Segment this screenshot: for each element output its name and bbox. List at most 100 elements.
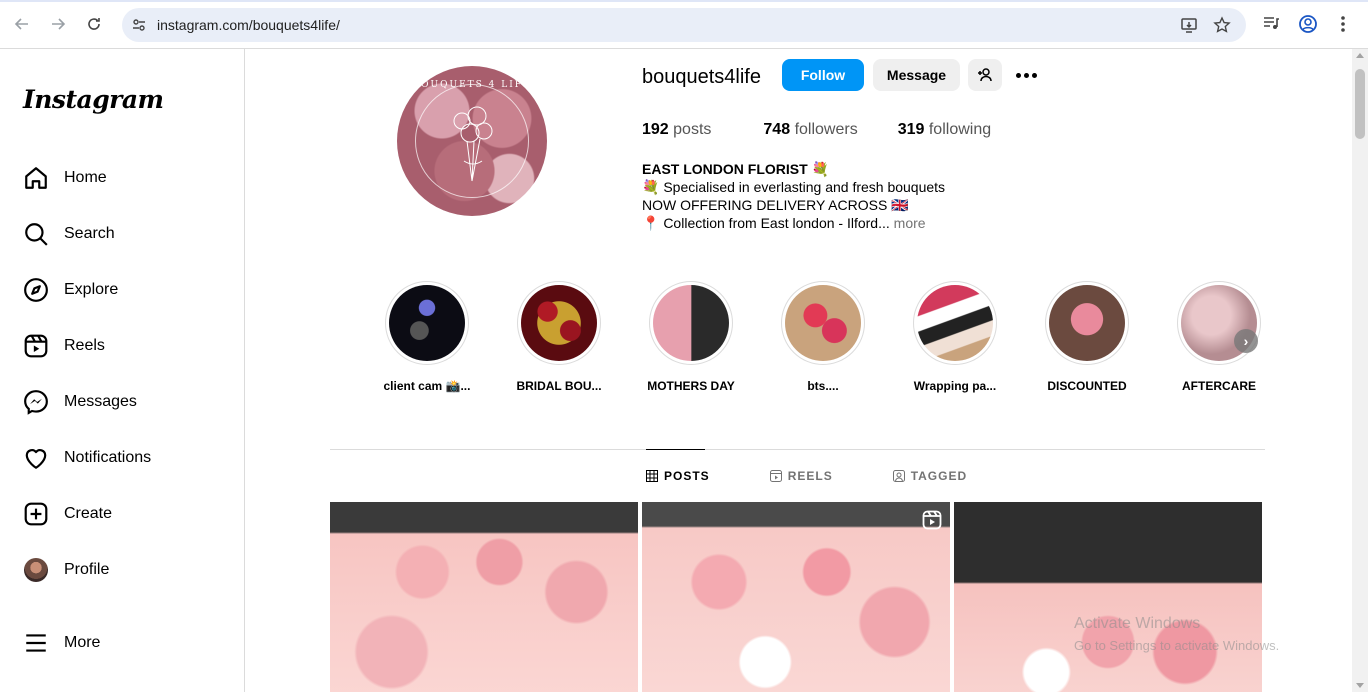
highlights-next-button[interactable]: › bbox=[1234, 329, 1258, 353]
sidebar-item-messages[interactable]: Messages bbox=[23, 387, 137, 417]
tagged-icon bbox=[892, 470, 905, 482]
tab-label: POSTS bbox=[664, 469, 710, 483]
back-button[interactable] bbox=[12, 14, 32, 34]
bio-name: EAST LONDON FLORIST 💐 bbox=[642, 161, 829, 177]
more-options-icon[interactable] bbox=[1012, 63, 1040, 87]
highlight-label: Wrapping pa... bbox=[913, 379, 997, 393]
tab-label: TAGGED bbox=[910, 469, 968, 483]
grid-icon bbox=[646, 470, 658, 482]
highlight-thumb bbox=[1049, 285, 1125, 361]
profile-picture[interactable]: BOUQUETS 4 LIFE bbox=[397, 66, 547, 216]
plus-square-icon bbox=[23, 501, 49, 527]
bouquet-drawing-icon bbox=[453, 106, 493, 182]
highlight-item[interactable]: MOTHERS DAY bbox=[636, 281, 746, 393]
profile-tabs: POSTS REELS TAGGED bbox=[646, 469, 1027, 483]
sidebar-item-search[interactable]: Search bbox=[23, 219, 115, 249]
highlight-thumb bbox=[389, 285, 465, 361]
page-scrollbar[interactable] bbox=[1352, 49, 1368, 692]
site-info-icon[interactable] bbox=[131, 17, 147, 38]
sidebar-item-home[interactable]: Home bbox=[23, 163, 107, 193]
scroll-up-arrow-icon[interactable] bbox=[1356, 53, 1364, 58]
highlight-label: DISCOUNTED bbox=[1047, 379, 1127, 393]
post-thumbnail[interactable] bbox=[954, 502, 1262, 692]
sidebar-item-notifications[interactable]: Notifications bbox=[23, 443, 151, 473]
active-tab-indicator bbox=[646, 449, 705, 450]
tab-posts[interactable]: POSTS bbox=[646, 469, 710, 483]
url-text[interactable]: instagram.com/bouquets4life/ bbox=[157, 17, 340, 33]
sidebar-item-label: Search bbox=[64, 225, 115, 242]
sidebar-item-create[interactable]: Create bbox=[23, 499, 112, 529]
sidebar-item-label: Explore bbox=[64, 281, 119, 298]
windows-watermark-title: Activate Windows bbox=[1074, 615, 1201, 632]
sidebar-item-label: More bbox=[64, 634, 101, 651]
browser-toolbar: instagram.com/bouquets4life/ bbox=[0, 0, 1368, 49]
media-control-icon[interactable] bbox=[1262, 14, 1280, 37]
highlight-item[interactable]: Wrapping pa... bbox=[900, 281, 1010, 393]
tab-strip-edge bbox=[0, 0, 1368, 2]
browser-menu-icon[interactable] bbox=[1338, 14, 1348, 39]
home-icon bbox=[23, 165, 49, 191]
post-thumbnail[interactable] bbox=[642, 502, 950, 692]
followers-label: followers bbox=[794, 121, 858, 138]
windows-watermark-subtitle: Go to Settings to activate Windows. bbox=[1074, 638, 1280, 653]
forward-button[interactable] bbox=[48, 14, 68, 34]
reel-badge-icon bbox=[922, 510, 942, 535]
sidebar-item-label: Create bbox=[64, 505, 113, 522]
followers-count: 748 bbox=[763, 121, 791, 138]
scroll-down-arrow-icon[interactable] bbox=[1356, 683, 1364, 688]
add-user-icon bbox=[978, 68, 992, 82]
post-thumbnail[interactable] bbox=[330, 502, 638, 692]
bio-more-link[interactable]: more bbox=[894, 215, 926, 231]
compass-icon bbox=[23, 277, 49, 303]
scrollbar-thumb[interactable] bbox=[1355, 69, 1365, 139]
following-label: following bbox=[928, 121, 992, 138]
sidebar-item-explore[interactable]: Explore bbox=[23, 275, 118, 305]
message-button[interactable]: Message bbox=[873, 59, 960, 91]
sidebar-item-reels[interactable]: Reels bbox=[23, 331, 105, 361]
highlight-item[interactable]: DISCOUNTED bbox=[1032, 281, 1142, 393]
posts-stat: 192 posts bbox=[642, 121, 711, 139]
avatar bbox=[23, 557, 49, 583]
bio-line: NOW OFFERING DELIVERY ACROSS 🇬🇧 bbox=[642, 197, 909, 213]
profile-bio: EAST LONDON FLORIST 💐 💐 Specialised in e… bbox=[642, 160, 945, 232]
follow-button[interactable]: Follow bbox=[782, 59, 864, 91]
sidebar-item-label: Reels bbox=[64, 337, 105, 354]
heart-icon bbox=[23, 445, 49, 471]
highlight-item[interactable]: bts.... bbox=[768, 281, 878, 393]
search-icon bbox=[23, 221, 49, 247]
arrow-left-icon bbox=[14, 18, 28, 30]
following-count: 319 bbox=[897, 121, 925, 138]
following-stat[interactable]: 319 following bbox=[898, 121, 991, 139]
reload-button[interactable] bbox=[84, 14, 104, 34]
posts-label: posts bbox=[673, 121, 712, 138]
highlight-item[interactable]: client cam 📸... bbox=[372, 281, 482, 393]
sidebar-item-label: Profile bbox=[64, 561, 110, 578]
tab-label: REELS bbox=[787, 469, 833, 483]
tab-tagged[interactable]: TAGGED bbox=[892, 469, 968, 483]
highlight-label: client cam 📸... bbox=[383, 379, 471, 393]
suggest-users-button[interactable] bbox=[968, 59, 1002, 91]
highlight-item[interactable]: BRIDAL BOU... bbox=[504, 281, 614, 393]
highlight-thumb bbox=[653, 285, 729, 361]
sidebar-item-label: Messages bbox=[64, 393, 137, 410]
reels-icon bbox=[23, 333, 49, 359]
followers-stat[interactable]: 748 followers bbox=[763, 121, 857, 139]
address-bar[interactable]: instagram.com/bouquets4life/ bbox=[122, 8, 1246, 42]
tabs-divider bbox=[330, 449, 1265, 450]
reels-tab-icon bbox=[769, 470, 782, 482]
bio-line: 💐 Specialised in everlasting and fresh b… bbox=[642, 179, 946, 195]
sidebar-item-profile[interactable]: Profile bbox=[23, 555, 109, 585]
tab-reels[interactable]: REELS bbox=[769, 469, 833, 483]
sidebar-item-label: Notifications bbox=[64, 449, 152, 466]
instagram-logo[interactable]: Instagram bbox=[23, 85, 164, 114]
arrow-right-icon bbox=[52, 18, 66, 30]
highlight-label: bts.... bbox=[807, 379, 839, 393]
bookmark-star-icon[interactable] bbox=[1213, 16, 1231, 39]
account-icon[interactable] bbox=[1298, 14, 1318, 39]
highlight-thumb bbox=[521, 285, 597, 361]
profile-username: bouquets4life bbox=[642, 66, 761, 88]
sidebar-item-more[interactable]: More bbox=[23, 628, 100, 658]
posts-grid bbox=[330, 502, 1262, 692]
install-app-icon[interactable] bbox=[1180, 16, 1198, 39]
profile-main: BOUQUETS 4 LIFE bouquets4life Follow Mes… bbox=[246, 49, 1352, 692]
